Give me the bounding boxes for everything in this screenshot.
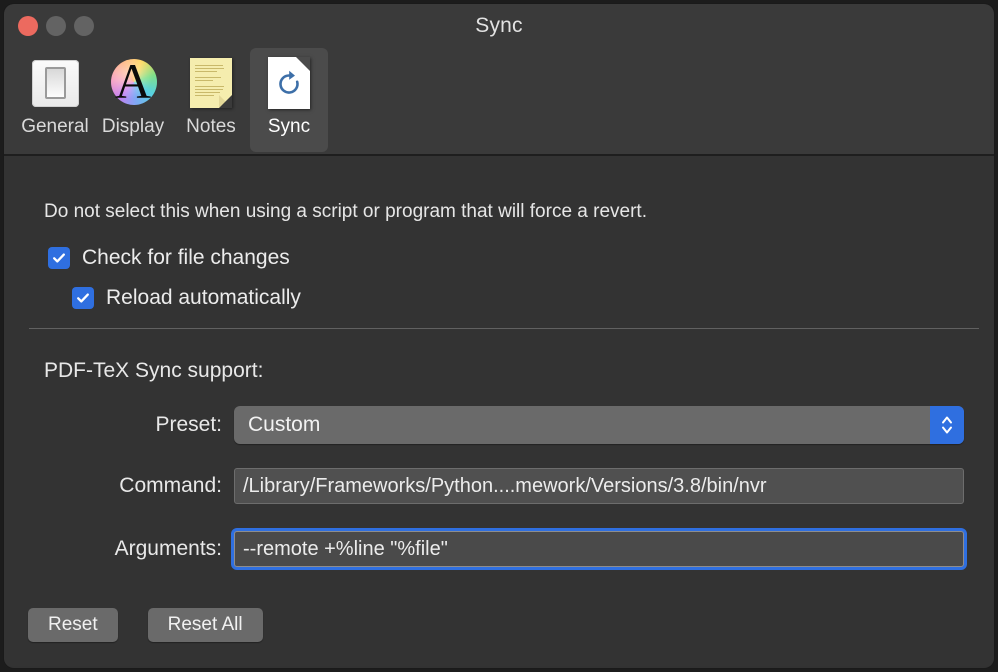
command-input[interactable]: /Library/Frameworks/Python....mework/Ver…	[234, 468, 964, 504]
checkbox-row-check-for-file-changes[interactable]: Check for file changes	[48, 246, 290, 270]
toolbar-item-general[interactable]: General	[16, 48, 94, 152]
preset-selected-value: Custom	[248, 413, 321, 436]
field-row-preset: Preset: Custom	[44, 406, 964, 444]
section-title-pdf-tex-sync: PDF-TeX Sync support:	[44, 359, 264, 382]
checkbox-label-reload-automatically: Reload automatically	[106, 286, 301, 309]
toolbar-item-display[interactable]: A Display	[94, 48, 172, 152]
document-refresh-icon	[261, 54, 317, 112]
yellow-note-icon	[183, 54, 239, 112]
section-divider	[29, 328, 979, 329]
arguments-input[interactable]: --remote +%line "%file"	[234, 531, 964, 567]
reset-all-button[interactable]: Reset All	[147, 608, 263, 642]
revert-warning-text: Do not select this when using a script o…	[44, 201, 647, 222]
toolbar-item-sync[interactable]: Sync	[250, 48, 328, 152]
label-arguments: Arguments:	[114, 537, 222, 560]
toolbar-label-general: General	[21, 116, 89, 137]
preferences-window: Sync General A Display Notes Sync Do not…	[4, 4, 994, 668]
rainbow-letter-a-icon: A	[105, 53, 161, 112]
command-input-value: /Library/Frameworks/Python....mework/Ver…	[243, 474, 767, 497]
window-title: Sync	[475, 14, 523, 37]
toolbar-label-notes: Notes	[186, 116, 236, 137]
chevron-up-down-icon[interactable]	[930, 406, 964, 444]
toolbar-label-display: Display	[101, 116, 165, 137]
reset-button[interactable]: Reset	[28, 608, 118, 642]
toolbar-item-notes[interactable]: Notes	[172, 48, 250, 152]
label-command: Command:	[119, 474, 222, 497]
toolbar-label-sync: Sync	[267, 116, 311, 137]
label-preset: Preset:	[155, 413, 222, 436]
field-row-arguments: Arguments: --remote +%line "%file"	[44, 531, 964, 567]
checkbox-row-reload-automatically[interactable]: Reload automatically	[72, 286, 301, 310]
arguments-input-value: --remote +%line "%file"	[243, 537, 448, 560]
checkmark-icon[interactable]	[48, 247, 70, 269]
preset-popup-button[interactable]: Custom	[234, 406, 964, 444]
field-row-command: Command: /Library/Frameworks/Python....m…	[44, 468, 964, 504]
checkbox-label-check-for-file-changes: Check for file changes	[82, 246, 290, 269]
preferences-toolbar: General A Display Notes Sync	[4, 48, 994, 156]
title-bar: Sync	[4, 4, 994, 48]
light-switch-icon	[27, 54, 83, 112]
reset-button-bar: Reset Reset All	[28, 608, 263, 642]
checkmark-icon[interactable]	[72, 287, 94, 309]
sync-settings-pane: Do not select this when using a script o…	[4, 156, 994, 666]
